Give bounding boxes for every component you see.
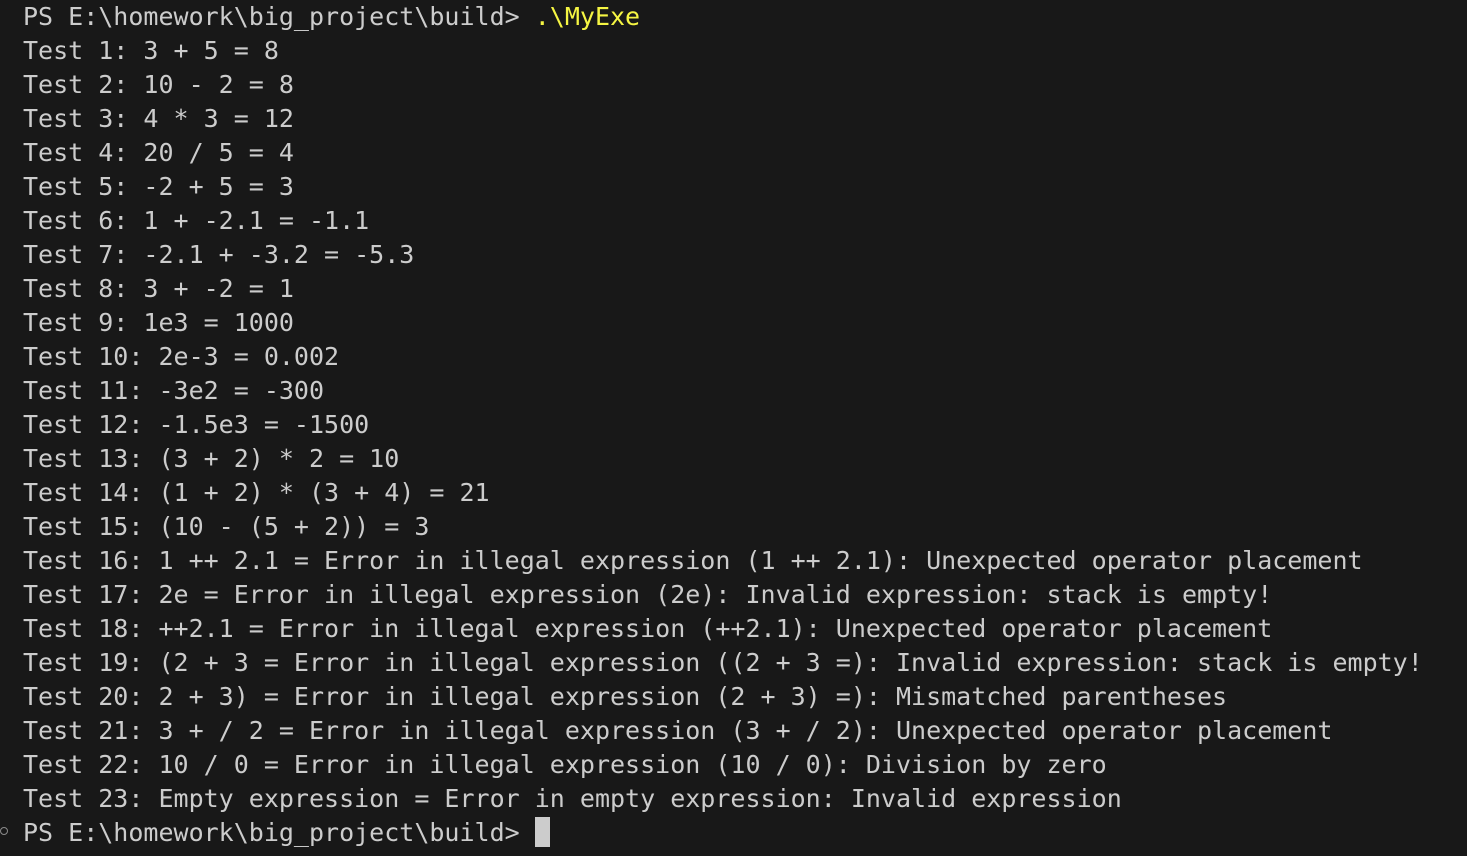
output-line: Test 21: 3 + / 2 = Error in illegal expr… xyxy=(23,716,1333,745)
prompt-line-bottom[interactable]: PS E:\homework\big_project\build> xyxy=(23,816,550,850)
terminal-panel[interactable]: PS E:\homework\big_project\build> .\MyEx… xyxy=(0,0,1467,856)
output-line: Test 17: 2e = Error in illegal expressio… xyxy=(23,580,1273,609)
output-line: Test 15: (10 - (5 + 2)) = 3 xyxy=(23,512,430,541)
output-line: Test 13: (3 + 2) * 2 = 10 xyxy=(23,444,400,473)
output-line: Test 3: 4 * 3 = 12 xyxy=(23,104,294,133)
prompt-text: PS E:\homework\big_project\build> xyxy=(23,2,535,31)
output-line: Test 23: Empty expression = Error in emp… xyxy=(23,784,1122,813)
output-line: Test 8: 3 + -2 = 1 xyxy=(23,274,294,303)
output-line: Test 10: 2e-3 = 0.002 xyxy=(23,342,340,371)
output-line: Test 1: 3 + 5 = 8 xyxy=(23,36,279,65)
output-line: Test 20: 2 + 3) = Error in illegal expre… xyxy=(23,682,1228,711)
output-line: Test 14: (1 + 2) * (3 + 4) = 21 xyxy=(23,478,490,507)
output-line: Test 11: -3e2 = -300 xyxy=(23,376,325,405)
output-line: Test 9: 1e3 = 1000 xyxy=(23,308,294,337)
prompt-text: PS E:\homework\big_project\build> xyxy=(23,818,520,847)
output-line: Test 18: ++2.1 = Error in illegal expres… xyxy=(23,614,1273,643)
output-line: Test 7: -2.1 + -3.2 = -5.3 xyxy=(23,240,415,269)
output-line: Test 5: -2 + 5 = 3 xyxy=(23,172,294,201)
output-line: Test 16: 1 ++ 2.1 = Error in illegal exp… xyxy=(23,546,1363,575)
output-line: Test 19: (2 + 3 = Error in illegal expre… xyxy=(23,648,1423,677)
text-cursor xyxy=(534,817,550,847)
output-line: Test 4: 20 / 5 = 4 xyxy=(23,138,294,167)
output-line: Test 22: 10 / 0 = Error in illegal expre… xyxy=(23,750,1107,779)
output-line: Test 6: 1 + -2.1 = -1.1 xyxy=(23,206,370,235)
prompt-line-top: PS E:\homework\big_project\build> .\MyEx… xyxy=(23,0,640,34)
command-text: .\MyExe xyxy=(534,2,641,31)
command-decoration-icon[interactable] xyxy=(0,827,8,835)
output-line: Test 2: 10 - 2 = 8 xyxy=(23,70,294,99)
output-line: Test 12: -1.5e3 = -1500 xyxy=(23,410,370,439)
